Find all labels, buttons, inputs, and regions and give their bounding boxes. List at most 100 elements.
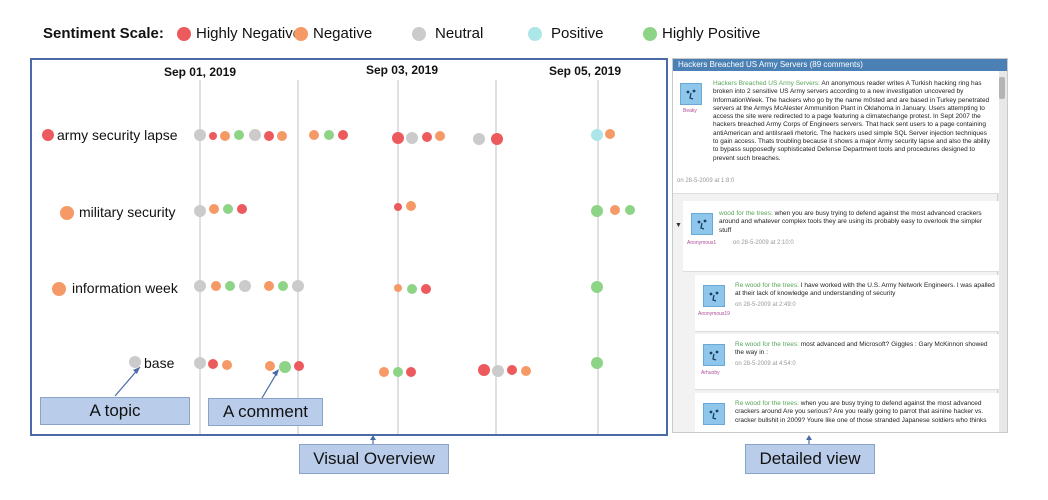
comment-author[interactable]: Re wood for the trees: xyxy=(735,341,799,348)
avatar[interactable] xyxy=(691,213,713,235)
post-username[interactable]: Beaky xyxy=(683,108,697,114)
comment-author[interactable]: Re wood for the trees: xyxy=(735,282,799,289)
post-author[interactable]: Hackers Breached US Army Servers: xyxy=(713,80,820,87)
comment-dot[interactable] xyxy=(492,365,504,377)
neutral-swatch xyxy=(412,27,426,41)
comment-dot[interactable] xyxy=(422,132,432,142)
comment-dot[interactable] xyxy=(625,205,635,215)
comment-username[interactable]: Anonymous19 xyxy=(698,311,730,317)
topic-label-information-week[interactable]: information week xyxy=(72,280,179,296)
topic-label-military-security[interactable]: military security xyxy=(79,204,175,220)
comment-dot[interactable] xyxy=(394,284,402,292)
comment-reply: Anonymous19 Re wood for the trees: I hav… xyxy=(695,275,999,332)
comment-dot[interactable] xyxy=(222,360,232,370)
post-date: on 28-5-2009 at 1:8:0 xyxy=(677,178,735,184)
comment-reply: Re wood for the trees: when you are busy… xyxy=(695,393,999,432)
comment-dot[interactable] xyxy=(237,204,247,214)
topic-label-army-security-lapse[interactable]: army security lapse xyxy=(57,127,178,143)
comment-dot[interactable] xyxy=(392,132,404,144)
topic-label-base[interactable]: base xyxy=(144,355,175,371)
post-body: An anonymous reader writes A Turkish hac… xyxy=(713,80,990,162)
comment-dot[interactable] xyxy=(194,357,206,369)
comment-dot[interactable] xyxy=(211,281,221,291)
comment-dot[interactable] xyxy=(279,361,291,373)
comment-dot[interactable] xyxy=(491,133,503,145)
avatar[interactable] xyxy=(680,83,702,105)
comment-dot[interactable] xyxy=(278,281,288,291)
comment-author[interactable]: wood for the trees: xyxy=(719,210,773,217)
visual-overview-label: Visual Overview xyxy=(299,444,449,474)
avatar[interactable] xyxy=(703,403,725,425)
comment-dot[interactable] xyxy=(406,367,416,377)
comment-dot[interactable] xyxy=(478,364,490,376)
topic-sentiment-dot[interactable] xyxy=(129,356,141,368)
comment-dot[interactable] xyxy=(309,130,319,140)
comment-date: on 28-5-2009 at 2:10:0 xyxy=(733,240,794,246)
topic-sentiment-dot[interactable] xyxy=(60,206,74,220)
comment-dot[interactable] xyxy=(234,130,244,140)
comment-dot[interactable] xyxy=(521,366,531,376)
post-main: Beaky Hackers Breached US Army Servers: … xyxy=(673,71,999,194)
comment-dot[interactable] xyxy=(406,132,418,144)
comment-dot[interactable] xyxy=(393,367,403,377)
comment-dot[interactable] xyxy=(591,205,603,217)
comment-dot[interactable] xyxy=(379,367,389,377)
comment-dot[interactable] xyxy=(507,365,517,375)
comment-dot[interactable] xyxy=(225,281,235,291)
comment-dot[interactable] xyxy=(265,361,275,371)
comment-dot[interactable] xyxy=(220,131,230,141)
comment-dot[interactable] xyxy=(194,129,206,141)
comment-username[interactable]: Arhuoby xyxy=(701,370,720,376)
legend-label: Highly Positive xyxy=(662,25,761,42)
comment-dot[interactable] xyxy=(591,129,603,141)
comment-dot[interactable] xyxy=(292,280,304,292)
comment-dot[interactable] xyxy=(324,130,334,140)
negative-swatch xyxy=(294,27,308,41)
positive-swatch xyxy=(528,27,542,41)
comment-dot[interactable] xyxy=(194,205,206,217)
highly-negative-swatch xyxy=(177,27,191,41)
detailed-view-panel: Hackers Breached US Army Servers (89 com… xyxy=(672,58,1008,433)
comment-dot[interactable] xyxy=(394,203,402,211)
comment-dot[interactable] xyxy=(208,359,218,369)
comment-dot[interactable] xyxy=(264,281,274,291)
date-label: Sep 05, 2019 xyxy=(549,64,621,78)
arrowhead xyxy=(806,435,812,440)
topic-sentiment-dot[interactable] xyxy=(52,282,66,296)
topic-sentiment-dot[interactable] xyxy=(42,129,54,141)
comment-dot[interactable] xyxy=(264,131,274,141)
comment-dot[interactable] xyxy=(435,131,445,141)
user-face-icon xyxy=(709,291,719,302)
comment-dot[interactable] xyxy=(407,284,417,294)
legend-title: Sentiment Scale: xyxy=(43,25,164,42)
comment-dot[interactable] xyxy=(406,201,416,211)
comment-dot[interactable] xyxy=(209,204,219,214)
date-label: Sep 01, 2019 xyxy=(164,65,236,79)
comment-dot[interactable] xyxy=(209,132,217,140)
comment-dot[interactable] xyxy=(277,131,287,141)
comment-author[interactable]: Re wood for the trees: xyxy=(735,400,799,407)
comment-dot[interactable] xyxy=(421,284,431,294)
comment-dot[interactable] xyxy=(610,205,620,215)
comment-dot[interactable] xyxy=(194,280,206,292)
user-face-icon xyxy=(709,350,719,361)
highly-positive-swatch xyxy=(643,27,657,41)
comment-dot[interactable] xyxy=(223,204,233,214)
comment-dot[interactable] xyxy=(249,129,261,141)
comment-dot[interactable] xyxy=(605,129,615,139)
comment-dot[interactable] xyxy=(591,281,603,293)
collapse-triangle-icon[interactable]: ▼ xyxy=(675,222,682,229)
comment-dot[interactable] xyxy=(239,280,251,292)
avatar[interactable] xyxy=(703,344,725,366)
thread-title[interactable]: Hackers Breached US Army Servers (89 com… xyxy=(673,59,1007,71)
comment-dot[interactable] xyxy=(294,361,304,371)
user-face-icon xyxy=(709,409,719,420)
scroll-thumb[interactable] xyxy=(999,77,1005,99)
detailed-view-label: Detailed view xyxy=(745,444,875,474)
comment-dot[interactable] xyxy=(473,133,485,145)
avatar[interactable] xyxy=(703,285,725,307)
comment-dot[interactable] xyxy=(338,130,348,140)
comment-dot[interactable] xyxy=(591,357,603,369)
overview-canvas: Sep 01, 2019 Sep 03, 2019 Sep 05, 2019 a… xyxy=(42,63,635,434)
comment-username[interactable]: Anonymous1 xyxy=(687,240,716,246)
